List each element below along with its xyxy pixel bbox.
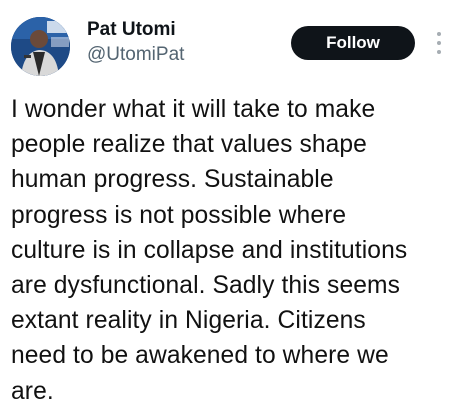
user-handle[interactable]: @UtomiPat	[87, 42, 184, 68]
author-identity[interactable]: Pat Utomi @UtomiPat	[87, 18, 184, 68]
dot	[437, 41, 441, 45]
tweet-text: I wonder what it will take to make peopl…	[11, 96, 408, 402]
follow-button[interactable]: Follow	[291, 26, 415, 60]
dot	[437, 32, 441, 36]
display-name[interactable]: Pat Utomi	[87, 18, 184, 42]
vertical-dots-icon[interactable]	[434, 30, 444, 56]
dot	[437, 50, 441, 54]
tweet-header: Pat Utomi @UtomiPat Follow	[0, 0, 465, 90]
avatar[interactable]	[11, 17, 70, 76]
profile-photo-icon	[11, 17, 70, 76]
